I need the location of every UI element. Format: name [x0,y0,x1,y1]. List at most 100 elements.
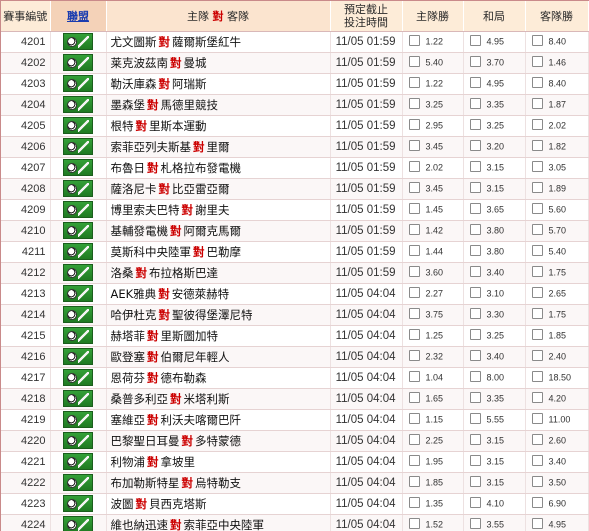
league-header-link[interactable]: 聯盟 [50,1,107,32]
home-win-checkbox[interactable] [408,434,420,446]
away-win-checkbox[interactable] [531,455,543,467]
away-win-checkbox[interactable] [531,140,543,152]
home-win-checkbox[interactable] [408,140,420,152]
vs-label: 對 [135,118,148,133]
draw-checkbox[interactable] [469,455,481,467]
draw-checkbox[interactable] [469,497,481,509]
soccer-league-icon[interactable] [63,327,93,344]
home-win-checkbox[interactable] [408,392,420,404]
soccer-league-icon[interactable] [63,264,93,281]
soccer-league-icon[interactable] [63,243,93,260]
soccer-league-icon[interactable] [63,54,93,71]
home-win-checkbox[interactable] [408,182,420,194]
soccer-league-icon[interactable] [63,96,93,113]
home-win-checkbox[interactable] [408,119,420,131]
home-win-checkbox[interactable] [408,329,420,341]
soccer-league-icon[interactable] [63,117,93,134]
draw-checkbox[interactable] [469,245,481,257]
away-win-checkbox[interactable] [531,329,543,341]
draw-checkbox[interactable] [469,98,481,110]
soccer-league-icon[interactable] [63,75,93,92]
soccer-league-icon[interactable] [63,369,93,386]
away-win-checkbox[interactable] [531,518,543,530]
away-win-checkbox[interactable] [531,203,543,215]
home-win-checkbox[interactable] [408,413,420,425]
away-win-checkbox[interactable] [531,182,543,194]
away-win-checkbox[interactable] [531,161,543,173]
home-win-checkbox[interactable] [408,287,420,299]
home-win-checkbox[interactable] [408,308,420,320]
home-win-checkbox[interactable] [408,203,420,215]
away-win-checkbox[interactable] [531,224,543,236]
draw-checkbox[interactable] [469,392,481,404]
away-win-checkbox[interactable] [531,77,543,89]
draw-checkbox[interactable] [469,182,481,194]
away-win-value: 8.40 [548,36,567,47]
away-win-checkbox[interactable] [531,434,543,446]
away-win-checkbox[interactable] [531,56,543,68]
draw-checkbox[interactable] [469,77,481,89]
home-win-checkbox[interactable] [408,371,420,383]
away-win-checkbox[interactable] [531,287,543,299]
soccer-league-icon[interactable] [63,474,93,491]
home-win-checkbox[interactable] [408,98,420,110]
soccer-league-icon[interactable] [63,159,93,176]
soccer-league-icon[interactable] [63,138,93,155]
draw-checkbox[interactable] [469,350,481,362]
draw-checkbox[interactable] [469,476,481,488]
draw-checkbox[interactable] [469,56,481,68]
soccer-league-icon[interactable] [63,285,93,302]
draw-checkbox[interactable] [469,266,481,278]
away-win-checkbox[interactable] [531,266,543,278]
away-win-checkbox[interactable] [531,497,543,509]
soccer-league-icon[interactable] [63,348,93,365]
away-win-checkbox[interactable] [531,392,543,404]
home-win-checkbox[interactable] [408,224,420,236]
draw-checkbox[interactable] [469,203,481,215]
draw-checkbox[interactable] [469,119,481,131]
soccer-league-icon[interactable] [63,453,93,470]
home-win-checkbox[interactable] [408,77,420,89]
draw-checkbox[interactable] [469,371,481,383]
away-win-checkbox[interactable] [531,476,543,488]
draw-checkbox[interactable] [469,329,481,341]
home-win-checkbox[interactable] [408,455,420,467]
soccer-league-icon[interactable] [63,306,93,323]
draw-checkbox[interactable] [469,140,481,152]
soccer-league-icon[interactable] [63,432,93,449]
away-win-checkbox[interactable] [531,371,543,383]
draw-checkbox[interactable] [469,287,481,299]
away-win-checkbox[interactable] [531,35,543,47]
away-win-checkbox[interactable] [531,245,543,257]
home-win-checkbox[interactable] [408,266,420,278]
home-win-checkbox[interactable] [408,161,420,173]
draw-checkbox[interactable] [469,308,481,320]
soccer-league-icon[interactable] [63,201,93,218]
draw-odds: 3.15 [463,178,526,200]
soccer-league-icon[interactable] [63,495,93,512]
draw-checkbox[interactable] [469,434,481,446]
home-win-checkbox[interactable] [408,245,420,257]
home-win-checkbox[interactable] [408,476,420,488]
draw-checkbox[interactable] [469,224,481,236]
soccer-league-icon[interactable] [63,33,93,50]
soccer-league-icon[interactable] [63,411,93,428]
away-win-checkbox[interactable] [531,119,543,131]
draw-checkbox[interactable] [469,413,481,425]
soccer-league-icon[interactable] [63,516,93,531]
home-win-checkbox[interactable] [408,350,420,362]
soccer-league-icon[interactable] [63,180,93,197]
home-win-checkbox[interactable] [408,56,420,68]
draw-checkbox[interactable] [469,518,481,530]
draw-checkbox[interactable] [469,161,481,173]
soccer-league-icon[interactable] [63,222,93,239]
soccer-league-icon[interactable] [63,390,93,407]
draw-checkbox[interactable] [469,35,481,47]
home-win-checkbox[interactable] [408,497,420,509]
away-win-checkbox[interactable] [531,308,543,320]
away-win-checkbox[interactable] [531,413,543,425]
away-win-checkbox[interactable] [531,350,543,362]
home-win-checkbox[interactable] [408,35,420,47]
home-win-checkbox[interactable] [408,518,420,530]
away-win-checkbox[interactable] [531,98,543,110]
